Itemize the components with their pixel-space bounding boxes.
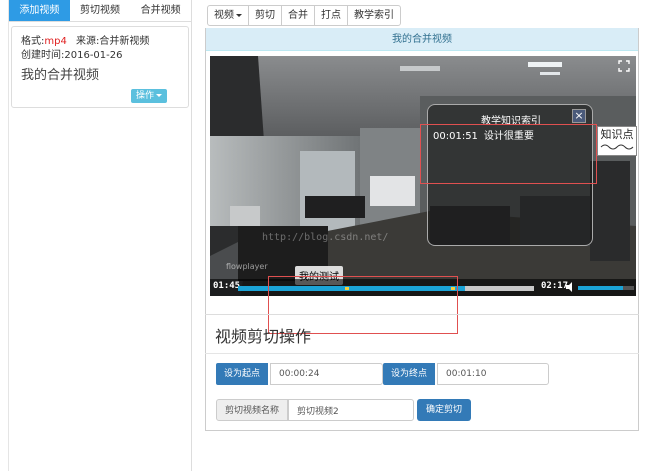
- section-divider: [205, 353, 639, 354]
- blog-watermark: http://blog.csdn.net/: [262, 232, 389, 243]
- start-time-input[interactable]: [270, 363, 383, 385]
- toolbar-teaching-index-button[interactable]: 教学索引: [347, 5, 401, 26]
- volume-icon[interactable]: [566, 282, 576, 292]
- created-value: 2016-01-26: [64, 50, 123, 61]
- editor-panel: 视频 剪切 合并 打点 教学索引 我的合并视频 http://blog.csdn…: [205, 2, 639, 471]
- format-value: mp4: [44, 36, 67, 47]
- toolbar-video-label: 视频: [214, 10, 234, 21]
- current-time: 01:45: [213, 281, 241, 291]
- video-card[interactable]: 格式:mp4 来源:合并新视频 创建时间:2016-01-26 我的合并视频 操…: [11, 26, 189, 108]
- operations-label: 操作: [136, 91, 155, 101]
- wave-icon: [600, 144, 634, 150]
- caret-down-icon: [236, 13, 242, 17]
- set-end-button[interactable]: 设为终点: [383, 363, 436, 385]
- volume-slider[interactable]: [578, 286, 634, 290]
- operations-dropdown-button[interactable]: 操作: [131, 89, 168, 103]
- toolbar-clip-button[interactable]: 剪切: [248, 5, 282, 26]
- source-value: 合并新视频: [99, 36, 150, 47]
- tab-merge-video[interactable]: 合并视频: [130, 0, 191, 21]
- knowledge-point-tab[interactable]: 知识点: [597, 126, 637, 156]
- video-library-panel: 添加视频 剪切视频 合并视频 格式:mp4 来源:合并新视频 创建时间:2016…: [8, 0, 192, 471]
- annotation-box-popup: [420, 124, 597, 184]
- clip-name-input[interactable]: [288, 399, 414, 421]
- tab-add-video[interactable]: 添加视频: [9, 0, 70, 21]
- toolbar-merge-button[interactable]: 合并: [281, 5, 315, 26]
- library-tabs: 添加视频 剪切视频 合并视频: [9, 0, 191, 22]
- player-panel-title: 我的合并视频: [206, 28, 638, 51]
- editor-toolbar: 视频 剪切 合并 打点 教学索引: [205, 2, 639, 26]
- created-label: 创建时间:: [21, 50, 65, 61]
- app-root: 添加视频 剪切视频 合并视频 格式:mp4 来源:合并新视频 创建时间:2016…: [0, 0, 650, 471]
- knowledge-point-label: 知识点: [600, 128, 634, 141]
- toolbar-video-dropdown[interactable]: 视频: [207, 5, 249, 26]
- set-start-button[interactable]: 设为起点: [216, 363, 269, 385]
- format-label: 格式:: [21, 36, 45, 47]
- toolbar-mark-button[interactable]: 打点: [314, 5, 348, 26]
- flowplayer-logo: flowplayer: [226, 262, 268, 271]
- clip-section-title: 视频剪切操作: [215, 327, 312, 346]
- tab-clip-video[interactable]: 剪切视频: [70, 0, 131, 21]
- close-icon[interactable]: ×: [572, 109, 586, 123]
- video-format-source: 格式:mp4 来源:合并新视频: [21, 35, 180, 49]
- caret-down-icon: [156, 94, 163, 97]
- clip-name-label: 剪切视频名称: [216, 399, 289, 421]
- fullscreen-icon[interactable]: [618, 60, 630, 72]
- volume-level: [578, 286, 623, 290]
- clip-operations-section: 视频剪切操作 设为起点 设为终点 剪切视频名称 确定剪切: [205, 314, 639, 431]
- end-time-input[interactable]: [437, 363, 549, 385]
- total-time: 02:17: [541, 281, 569, 291]
- confirm-clip-button[interactable]: 确定剪切: [417, 399, 472, 421]
- video-card-title: 我的合并视频: [21, 68, 100, 83]
- source-label: 来源:: [76, 36, 100, 47]
- video-created: 创建时间:2016-01-26: [21, 49, 180, 63]
